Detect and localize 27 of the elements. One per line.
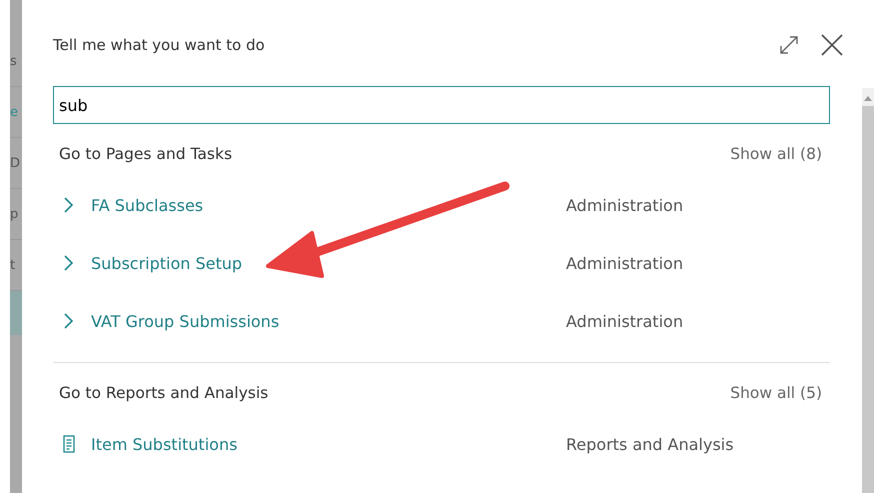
category-text: Administration <box>566 254 684 272</box>
chevron-icon <box>63 196 75 214</box>
dialog-title: Tell me what you want to do <box>53 36 266 54</box>
category-text: Administration <box>566 312 684 330</box>
category-text: Administration <box>566 196 684 214</box>
background-text: p <box>10 206 18 222</box>
result-link[interactable]: Subscription Setup <box>91 254 566 272</box>
category-text: Reports and Analysis <box>566 434 734 454</box>
background-text: t <box>10 258 16 272</box>
close-icon[interactable] <box>820 33 844 57</box>
section-heading: Go to Pages and Tasks <box>59 145 232 163</box>
chevron-icon <box>63 254 75 272</box>
background-text: D <box>10 156 20 170</box>
background-text: s <box>10 54 17 68</box>
result-link[interactable]: VAT Group Submissions <box>91 312 566 330</box>
show-all-link[interactable]: Show all (5) <box>730 384 822 402</box>
highlighted-row <box>10 291 22 335</box>
scrollbar[interactable] <box>862 88 874 493</box>
background-text: e <box>10 104 18 120</box>
chevron-icon <box>63 312 75 330</box>
result-link[interactable]: FA Subclasses <box>91 196 566 214</box>
expand-icon[interactable] <box>778 34 800 56</box>
result-link[interactable]: Item Substitutions <box>91 434 566 454</box>
show-all-link[interactable]: Show all (8) <box>730 145 822 163</box>
search-field[interactable]: sub <box>53 86 830 124</box>
section-heading: Go to Reports and Analysis <box>59 384 268 402</box>
document-icon <box>63 435 75 453</box>
